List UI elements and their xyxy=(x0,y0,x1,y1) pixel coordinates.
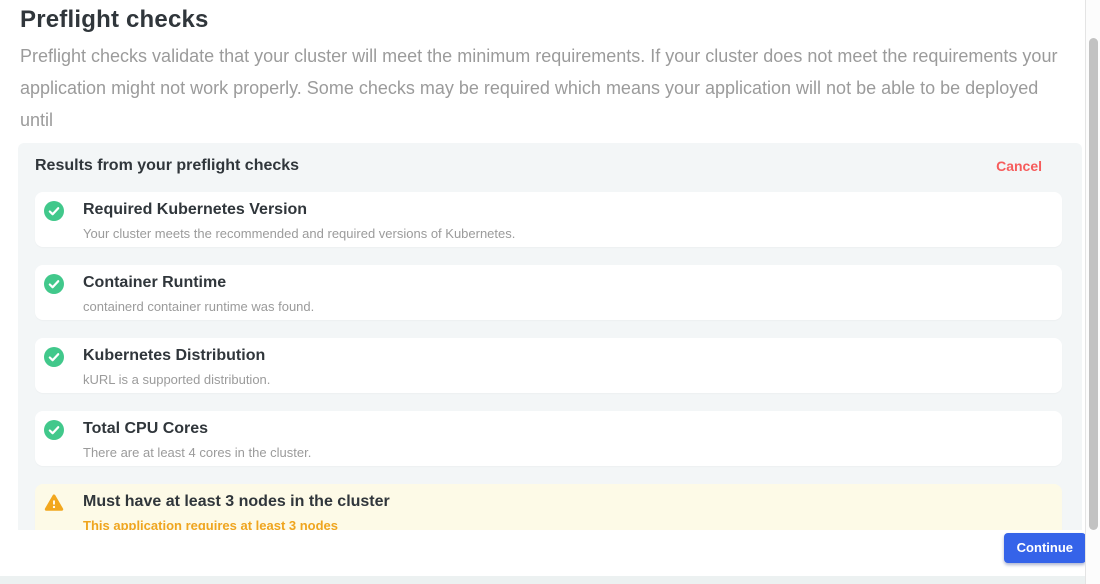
check-item: Must have at least 3 nodes in the cluste… xyxy=(35,484,1062,530)
warning-triangle-icon xyxy=(44,493,64,513)
panel-header: Results from your preflight checks Cance… xyxy=(18,143,1082,174)
check-title: Kubernetes Distribution xyxy=(83,346,1048,365)
footer-strip xyxy=(0,576,1085,584)
check-title: Required Kubernetes Version xyxy=(83,200,1048,219)
check-item: Total CPU Cores There are at least 4 cor… xyxy=(35,411,1062,466)
continue-button[interactable]: Continue xyxy=(1004,533,1086,563)
check-message: kURL is a supported distribution. xyxy=(83,372,1048,387)
check-item: Kubernetes Distribution kURL is a suppor… xyxy=(35,338,1062,393)
check-item: Container Runtime containerd container r… xyxy=(35,265,1062,320)
panel-heading: Results from your preflight checks xyxy=(35,158,299,174)
check-title: Total CPU Cores xyxy=(83,419,1048,438)
page-description-line: Preflight checks validate that your clus… xyxy=(20,40,1070,72)
check-message: There are at least 4 cores in the cluste… xyxy=(83,445,1048,460)
check-item: Required Kubernetes Version Your cluster… xyxy=(35,192,1062,247)
check-title: Must have at least 3 nodes in the cluste… xyxy=(83,492,1048,511)
page-description-line: application might not work properly. Som… xyxy=(20,72,1070,136)
page-title: Preflight checks xyxy=(20,6,209,34)
scrollbar-thumb[interactable] xyxy=(1089,38,1098,530)
preflight-results-panel: Results from your preflight checks Cance… xyxy=(18,143,1082,530)
check-message: Your cluster meets the recommended and r… xyxy=(83,226,1048,241)
check-circle-icon xyxy=(44,201,64,221)
check-message: containerd container runtime was found. xyxy=(83,299,1048,314)
check-message: This application requires at least 3 nod… xyxy=(83,518,1048,530)
scrollbar-track[interactable] xyxy=(1085,0,1100,584)
check-list: Required Kubernetes Version Your cluster… xyxy=(35,192,1062,530)
check-circle-icon xyxy=(44,347,64,367)
cancel-link[interactable]: Cancel xyxy=(996,158,1042,174)
check-circle-icon xyxy=(44,420,64,440)
check-title: Container Runtime xyxy=(83,273,1048,292)
check-circle-icon xyxy=(44,274,64,294)
